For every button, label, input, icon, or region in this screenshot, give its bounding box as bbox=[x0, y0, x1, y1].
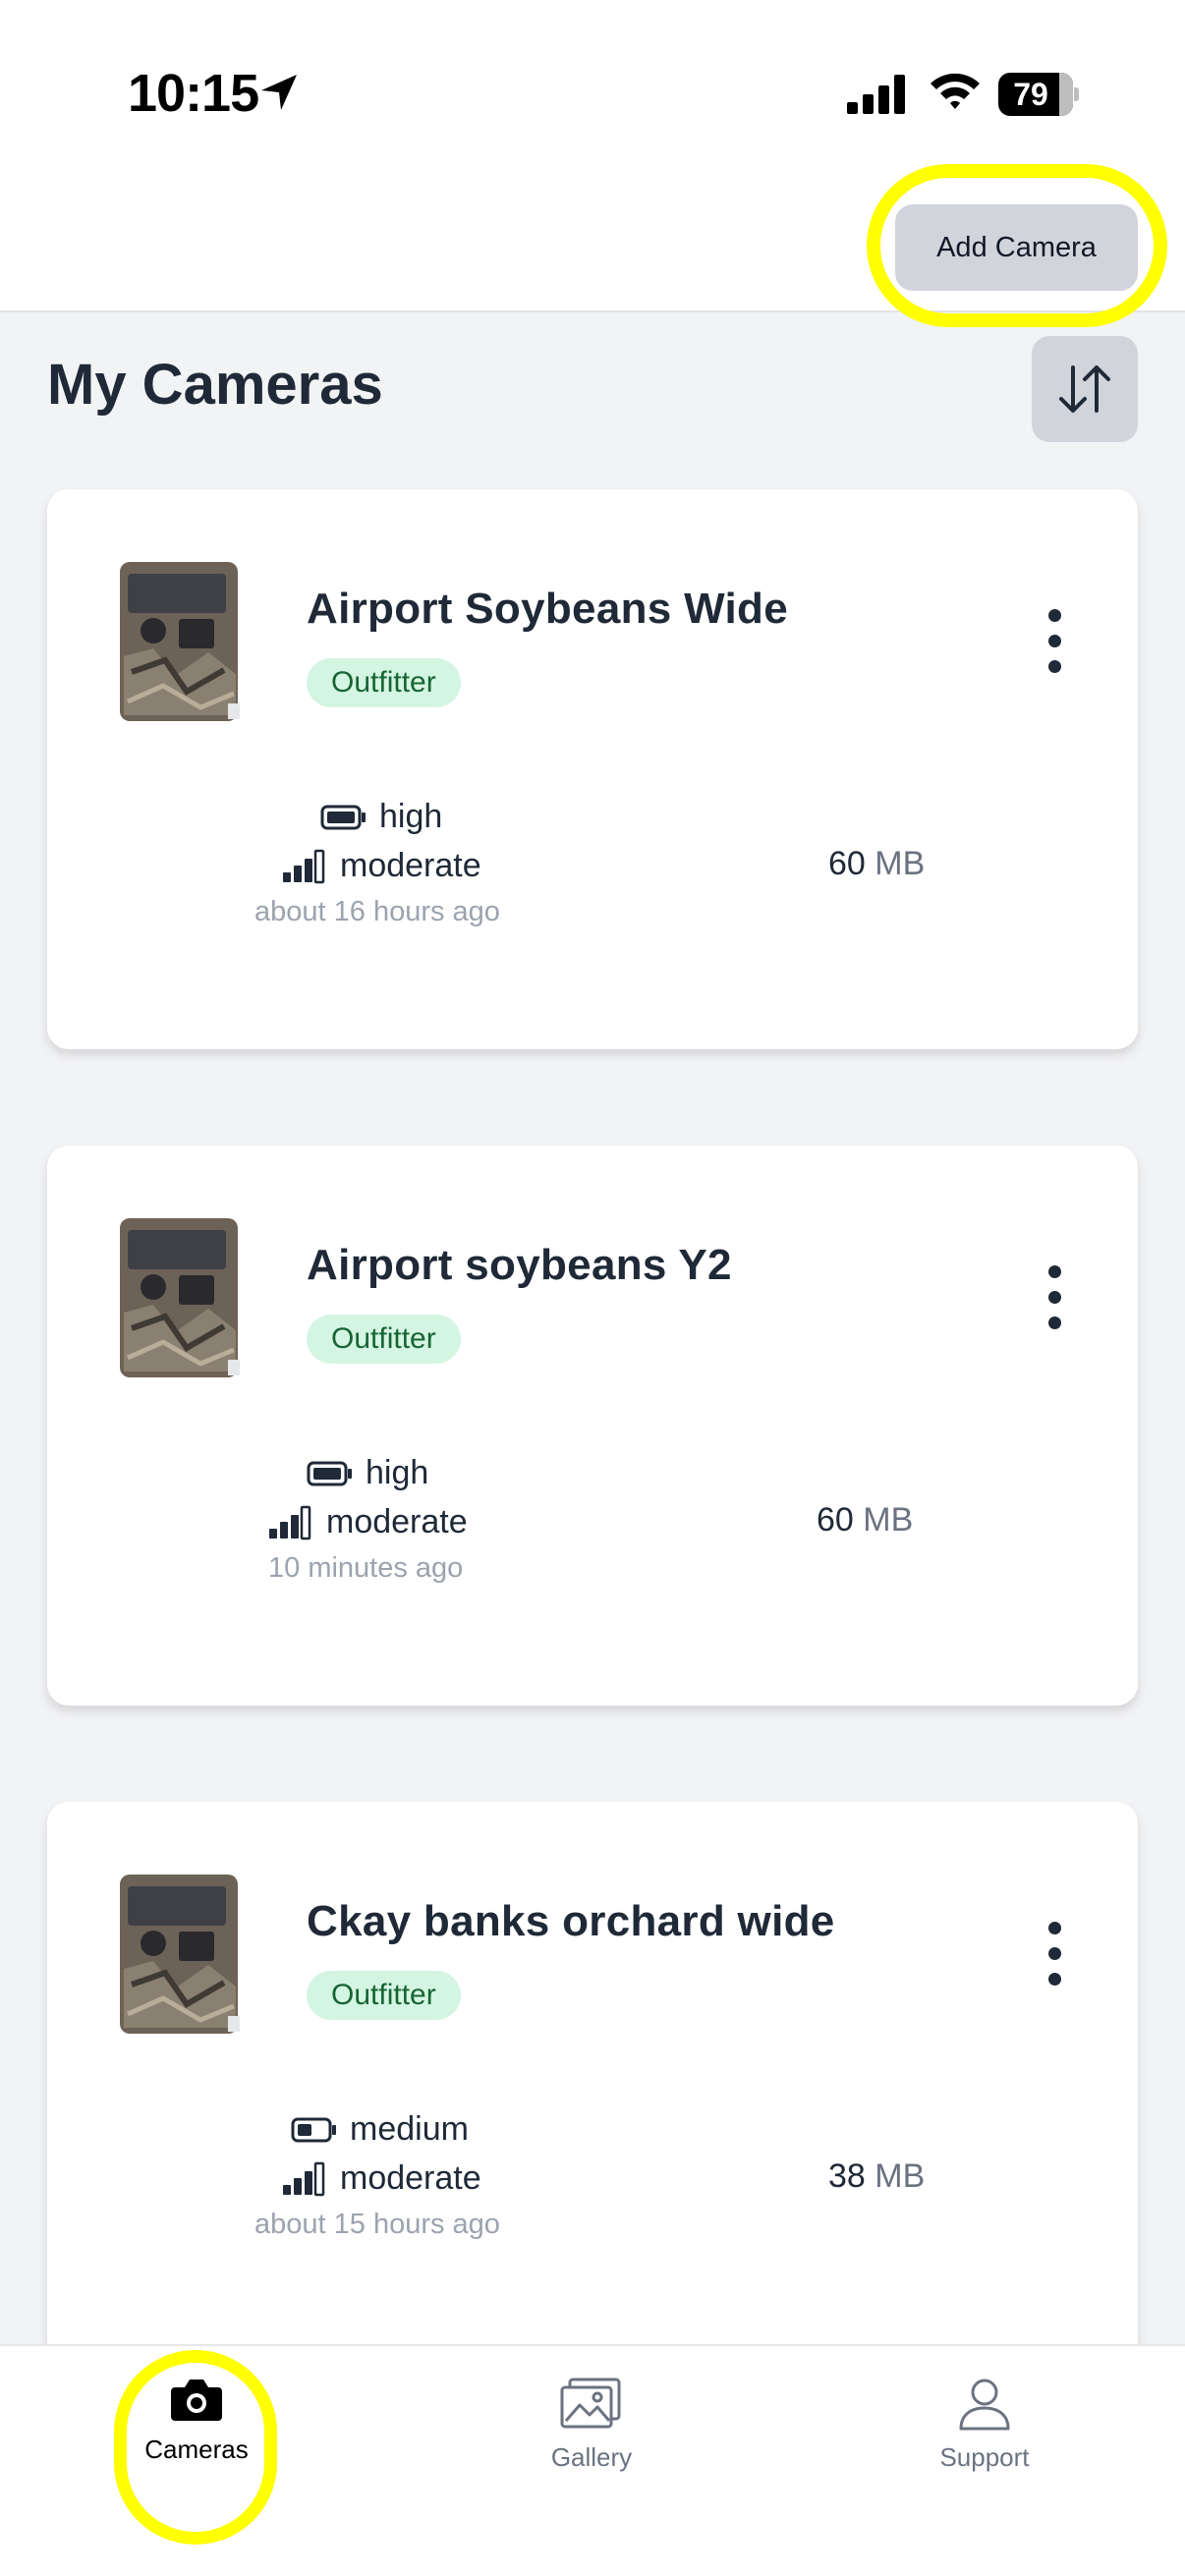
storage-used: 60 MB bbox=[828, 845, 925, 883]
highlight-ring-add-camera bbox=[867, 164, 1167, 327]
signal-bars-icon bbox=[269, 1505, 311, 1540]
tab-gallery[interactable]: Gallery bbox=[474, 2376, 709, 2503]
status-time: 10:15 bbox=[128, 64, 259, 123]
signal-level-label: moderate bbox=[340, 847, 481, 884]
storage-used: 60 MB bbox=[817, 1501, 913, 1540]
battery-icon bbox=[291, 2117, 336, 2142]
battery-level-label: high bbox=[379, 798, 443, 835]
camera-card[interactable]: Airport soybeans Y2 Outfitter high moder… bbox=[47, 1146, 1138, 1706]
storage-value: 60 bbox=[817, 1501, 854, 1539]
more-options-icon[interactable] bbox=[1035, 1265, 1074, 1329]
last-update-time: about 16 hours ago bbox=[254, 896, 500, 927]
signal-status-row: moderate bbox=[267, 1503, 468, 1541]
more-options-icon[interactable] bbox=[1035, 609, 1074, 673]
signal-bars-icon bbox=[283, 849, 325, 883]
camera-name: Airport Soybeans Wide bbox=[307, 585, 788, 633]
battery-status-row: medium bbox=[291, 2110, 469, 2149]
gallery-icon bbox=[560, 2378, 621, 2429]
storage-unit: MB bbox=[875, 2157, 926, 2195]
storage-unit: MB bbox=[875, 845, 926, 882]
tab-label: Gallery bbox=[550, 2442, 633, 2472]
battery-level-label: high bbox=[366, 1454, 429, 1491]
cellular-signal-icon bbox=[847, 75, 905, 114]
last-update-time: about 15 hours ago bbox=[254, 2209, 500, 2240]
signal-status-row: moderate bbox=[281, 2159, 481, 2198]
trail-camera-thumbnail bbox=[120, 1875, 240, 2034]
storage-unit: MB bbox=[863, 1501, 914, 1539]
trail-camera-thumbnail bbox=[120, 562, 240, 721]
last-update-time: 10 minutes ago bbox=[268, 1552, 464, 1584]
tab-label: Support bbox=[939, 2442, 1030, 2472]
page-title: My Cameras bbox=[47, 353, 383, 417]
signal-level-label: moderate bbox=[326, 1503, 468, 1540]
battery-icon bbox=[320, 805, 366, 829]
battery-percentage: 79 bbox=[1013, 77, 1048, 112]
more-options-icon[interactable] bbox=[1035, 1922, 1074, 1986]
sort-button[interactable] bbox=[1032, 336, 1138, 442]
plan-badge: Outfitter bbox=[307, 658, 461, 707]
tab-support[interactable]: Support bbox=[867, 2376, 1102, 2503]
battery-status-row: high bbox=[320, 798, 442, 836]
battery-status: 79 bbox=[998, 73, 1079, 116]
camera-card[interactable]: Airport Soybeans Wide Outfitter high mod… bbox=[47, 489, 1138, 1049]
storage-value: 38 bbox=[828, 2157, 866, 2195]
battery-icon bbox=[307, 1461, 352, 1485]
signal-level-label: moderate bbox=[340, 2159, 481, 2197]
signal-bars-icon bbox=[283, 2161, 325, 2196]
signal-status-row: moderate bbox=[281, 847, 481, 885]
battery-status-row: high bbox=[307, 1454, 428, 1492]
sort-arrows-icon bbox=[1059, 365, 1110, 413]
plan-badge: Outfitter bbox=[307, 1971, 461, 2020]
highlight-ring-cameras-tab bbox=[114, 2350, 277, 2545]
plan-badge: Outfitter bbox=[307, 1315, 461, 1364]
status-bar: 10:15 79 bbox=[0, 0, 1185, 157]
trail-camera-thumbnail bbox=[120, 1218, 240, 1377]
person-icon bbox=[959, 2379, 1010, 2431]
battery-level-label: medium bbox=[350, 2110, 469, 2148]
camera-name: Ckay banks orchard wide bbox=[307, 1897, 835, 1945]
wifi-icon bbox=[931, 73, 980, 109]
camera-card[interactable]: Ckay banks orchard wide Outfitter medium… bbox=[47, 1802, 1138, 2362]
camera-name: Airport soybeans Y2 bbox=[307, 1241, 732, 1289]
storage-value: 60 bbox=[828, 845, 866, 882]
screen: 10:15 79 Add Camera My Cameras Airport S… bbox=[0, 0, 1185, 2576]
storage-used: 38 MB bbox=[828, 2157, 925, 2196]
location-arrow-icon bbox=[261, 75, 297, 110]
